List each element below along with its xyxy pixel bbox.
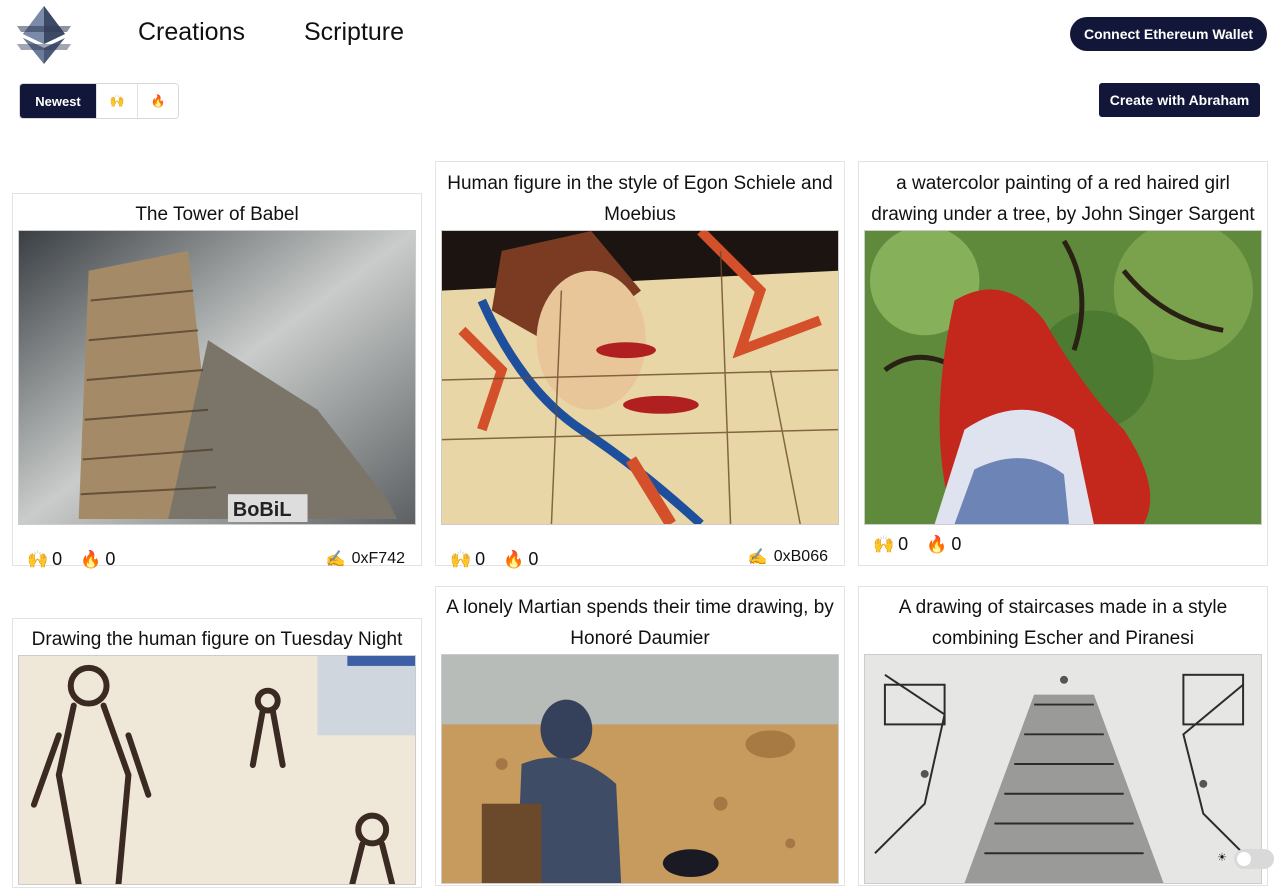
- author-address: 0xF742: [351, 550, 405, 567]
- praise-icon: 🙌: [27, 549, 49, 569]
- card-title: A drawing of staircases made in a style …: [898, 597, 1228, 649]
- creation-card[interactable]: Human figure in the style of Egon Schiel…: [435, 161, 845, 569]
- praise-icon: 🙌: [450, 549, 472, 569]
- card-title: Human figure in the style of Egon Schiel…: [447, 173, 833, 225]
- creation-image[interactable]: [441, 654, 839, 884]
- create-with-abraham-button[interactable]: Create with Abraham: [1099, 83, 1260, 117]
- abraham-logo[interactable]: [15, 4, 73, 66]
- creation-card[interactable]: A drawing of staircases made in a style …: [858, 586, 1268, 886]
- author-link[interactable]: ✍️ 0xF742: [326, 549, 405, 569]
- praise-value: 0: [52, 549, 63, 569]
- sort-praise-tab[interactable]: 🙌: [96, 84, 137, 118]
- burn-icon: 🔥: [80, 549, 102, 569]
- praise-value: 0: [475, 549, 486, 569]
- burn-count[interactable]: 🔥 0: [80, 549, 115, 570]
- creation-image[interactable]: [864, 654, 1262, 884]
- praise-count[interactable]: 🙌 0: [27, 549, 62, 570]
- sort-newest-tab[interactable]: Newest: [20, 84, 96, 118]
- burn-value: 0: [105, 549, 116, 569]
- sun-icon: ☀: [1217, 852, 1227, 864]
- burn-icon: 🔥: [926, 534, 948, 554]
- svg-text:BoBiL: BoBiL: [233, 499, 292, 521]
- burn-count[interactable]: 🔥 0: [926, 534, 961, 555]
- card-title: Drawing the human figure on Tuesday Nigh…: [31, 629, 403, 650]
- creation-card[interactable]: A lonely Martian spends their time drawi…: [435, 586, 845, 886]
- writing-hand-icon: ✍️: [747, 549, 768, 566]
- creation-image[interactable]: [441, 230, 839, 525]
- card-title: A lonely Martian spends their time drawi…: [446, 597, 834, 649]
- writing-hand-icon: ✍️: [325, 551, 346, 568]
- sort-burn-tab[interactable]: 🔥: [137, 84, 178, 118]
- theme-toggle[interactable]: [1234, 849, 1274, 869]
- author-link[interactable]: ✍️ 0xB066: [748, 547, 828, 567]
- praise-count[interactable]: 🙌 0: [450, 549, 485, 570]
- sort-tabs: Newest 🙌 🔥: [19, 83, 179, 119]
- author-address: 0xB066: [773, 548, 828, 565]
- praise-value: 0: [898, 534, 909, 554]
- burn-value: 0: [951, 534, 962, 554]
- burn-count[interactable]: 🔥 0: [503, 549, 538, 570]
- toggle-knob: [1237, 852, 1251, 866]
- connect-wallet-button[interactable]: Connect Ethereum Wallet: [1070, 17, 1267, 51]
- burn-icon: 🔥: [503, 549, 525, 569]
- praise-count[interactable]: 🙌 0: [873, 534, 908, 555]
- creation-card[interactable]: a watercolor painting of a red haired gi…: [858, 161, 1268, 566]
- creation-image[interactable]: BoBiL: [18, 230, 416, 525]
- burn-value: 0: [528, 549, 539, 569]
- creation-image[interactable]: [18, 655, 416, 885]
- card-title: The Tower of Babel: [135, 204, 299, 225]
- nav-creations[interactable]: Creations: [138, 18, 245, 47]
- card-title: a watercolor painting of a red haired gi…: [871, 173, 1255, 225]
- creation-card[interactable]: Drawing the human figure on Tuesday Nigh…: [12, 618, 422, 888]
- creation-image[interactable]: [864, 230, 1262, 525]
- creation-card[interactable]: The Tower of Babel BoBiL 🙌 0 🔥 0 ✍️ 0xF742: [12, 193, 422, 569]
- praise-icon: 🙌: [873, 534, 895, 554]
- nav-scripture[interactable]: Scripture: [304, 18, 404, 47]
